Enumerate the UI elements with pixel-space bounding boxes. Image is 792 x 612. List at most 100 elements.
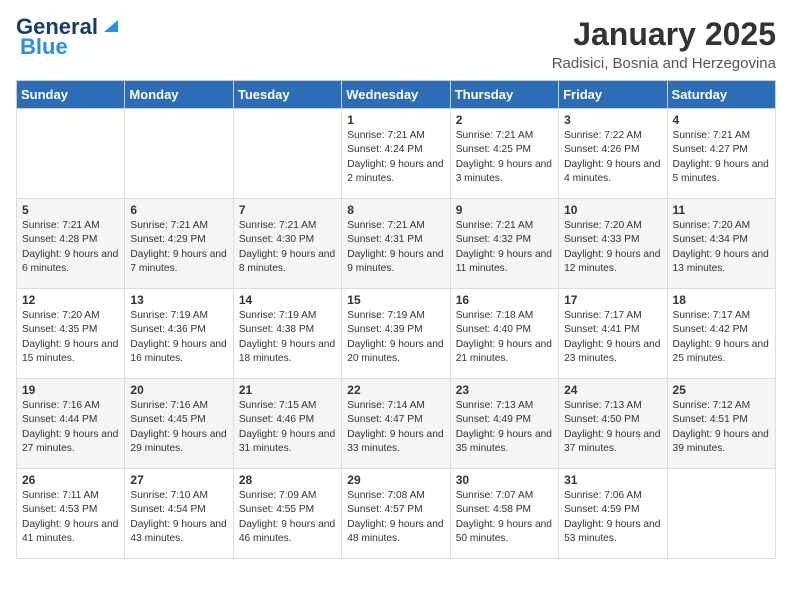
day-number: 25 xyxy=(673,383,770,397)
calendar-cell: 31 Sunrise: 7:06 AM Sunset: 4:59 PM Dayli… xyxy=(559,469,667,559)
cell-content: Sunrise: 7:07 AM Sunset: 4:58 PM Dayligh… xyxy=(456,489,553,546)
day-number: 26 xyxy=(22,473,119,487)
cell-content: Sunrise: 7:21 AM Sunset: 4:24 PM Dayligh… xyxy=(347,129,444,186)
day-number: 23 xyxy=(456,383,553,397)
calendar-cell: 12 Sunrise: 7:20 AM Sunset: 4:35 PM Dayli… xyxy=(17,289,125,379)
day-number: 19 xyxy=(22,383,119,397)
calendar-table: Sunday Monday Tuesday Wednesday Thursday… xyxy=(16,80,776,559)
calendar-cell: 22 Sunrise: 7:14 AM Sunset: 4:47 PM Dayli… xyxy=(342,379,450,469)
calendar-week-row: 26Sunrise: 7:11 AM Sunset: 4:53 PM Dayli… xyxy=(17,469,776,559)
cell-content: Sunrise: 7:19 AM Sunset: 4:39 PM Dayligh… xyxy=(347,309,444,366)
col-friday: Friday xyxy=(559,81,667,109)
calendar-cell: 23 Sunrise: 7:13 AM Sunset: 4:49 PM Dayli… xyxy=(450,379,558,469)
day-number: 31 xyxy=(564,473,661,487)
cell-content: Sunrise: 7:20 AM Sunset: 4:35 PM Dayligh… xyxy=(22,309,119,366)
day-number: 30 xyxy=(456,473,553,487)
calendar-cell: 21 Sunrise: 7:15 AM Sunset: 4:46 PM Dayli… xyxy=(233,379,341,469)
calendar-cell: 24 Sunrise: 7:13 AM Sunset: 4:50 PM Dayli… xyxy=(559,379,667,469)
day-number: 18 xyxy=(673,293,770,307)
logo-triangle-icon xyxy=(100,14,122,36)
calendar-cell: 28 Sunrise: 7:09 AM Sunset: 4:55 PM Dayli… xyxy=(233,469,341,559)
cell-content: Sunrise: 7:20 AM Sunset: 4:34 PM Dayligh… xyxy=(673,219,770,276)
calendar-cell: 4Sunrise: 7:21 AM Sunset: 4:27 PM Daylig… xyxy=(667,109,775,199)
month-title: January 2025 xyxy=(552,16,776,53)
logo-blue: Blue xyxy=(20,34,68,60)
col-wednesday: Wednesday xyxy=(342,81,450,109)
cell-content: Sunrise: 7:19 AM Sunset: 4:38 PM Dayligh… xyxy=(239,309,336,366)
calendar-cell: 6Sunrise: 7:21 AM Sunset: 4:29 PM Daylig… xyxy=(125,199,233,289)
cell-content: Sunrise: 7:21 AM Sunset: 4:28 PM Dayligh… xyxy=(22,219,119,276)
calendar-cell: 29 Sunrise: 7:08 AM Sunset: 4:57 PM Dayli… xyxy=(342,469,450,559)
calendar-cell: 20 Sunrise: 7:16 AM Sunset: 4:45 PM Dayli… xyxy=(125,379,233,469)
calendar-cell: 14 Sunrise: 7:19 AM Sunset: 4:38 PM Dayli… xyxy=(233,289,341,379)
location: Radisici, Bosnia and Herzegovina xyxy=(552,55,776,72)
day-number: 21 xyxy=(239,383,336,397)
calendar-week-row: 12 Sunrise: 7:20 AM Sunset: 4:35 PM Dayli… xyxy=(17,289,776,379)
calendar-cell: 19 Sunrise: 7:16 AM Sunset: 4:44 PM Dayli… xyxy=(17,379,125,469)
calendar-cell: 16Sunrise: 7:18 AM Sunset: 4:40 PM Dayli… xyxy=(450,289,558,379)
day-number: 14 xyxy=(239,293,336,307)
cell-content: Sunrise: 7:08 AM Sunset: 4:57 PM Dayligh… xyxy=(347,489,444,546)
calendar-week-row: 1 Sunrise: 7:21 AM Sunset: 4:24 PM Daylig… xyxy=(17,109,776,199)
day-number: 20 xyxy=(130,383,227,397)
day-number: 13 xyxy=(130,293,227,307)
calendar-cell: 17Sunrise: 7:17 AM Sunset: 4:41 PM Dayli… xyxy=(559,289,667,379)
day-number: 7 xyxy=(239,203,336,217)
calendar-cell: 3 Sunrise: 7:22 AM Sunset: 4:26 PM Daylig… xyxy=(559,109,667,199)
calendar-cell: 15Sunrise: 7:19 AM Sunset: 4:39 PM Dayli… xyxy=(342,289,450,379)
day-number: 24 xyxy=(564,383,661,397)
day-number: 6 xyxy=(130,203,227,217)
logo: General Blue xyxy=(16,16,122,60)
cell-content: Sunrise: 7:21 AM Sunset: 4:27 PM Dayligh… xyxy=(673,129,770,186)
calendar-cell: 13Sunrise: 7:19 AM Sunset: 4:36 PM Dayli… xyxy=(125,289,233,379)
calendar-cell: 5 Sunrise: 7:21 AM Sunset: 4:28 PM Daylig… xyxy=(17,199,125,289)
day-number: 8 xyxy=(347,203,444,217)
calendar-cell: 11Sunrise: 7:20 AM Sunset: 4:34 PM Dayli… xyxy=(667,199,775,289)
cell-content: Sunrise: 7:21 AM Sunset: 4:25 PM Dayligh… xyxy=(456,129,553,186)
col-saturday: Saturday xyxy=(667,81,775,109)
cell-content: Sunrise: 7:22 AM Sunset: 4:26 PM Dayligh… xyxy=(564,129,661,186)
calendar-cell: 30 Sunrise: 7:07 AM Sunset: 4:58 PM Dayli… xyxy=(450,469,558,559)
calendar-week-row: 19 Sunrise: 7:16 AM Sunset: 4:44 PM Dayli… xyxy=(17,379,776,469)
cell-content: Sunrise: 7:14 AM Sunset: 4:47 PM Dayligh… xyxy=(347,399,444,456)
cell-content: Sunrise: 7:10 AM Sunset: 4:54 PM Dayligh… xyxy=(130,489,227,546)
day-number: 1 xyxy=(347,113,444,127)
day-number: 2 xyxy=(456,113,553,127)
day-number: 3 xyxy=(564,113,661,127)
cell-content: Sunrise: 7:21 AM Sunset: 4:30 PM Dayligh… xyxy=(239,219,336,276)
calendar-cell xyxy=(125,109,233,199)
cell-content: Sunrise: 7:06 AM Sunset: 4:59 PM Dayligh… xyxy=(564,489,661,546)
col-sunday: Sunday xyxy=(17,81,125,109)
day-number: 27 xyxy=(130,473,227,487)
calendar-cell: 7 Sunrise: 7:21 AM Sunset: 4:30 PM Daylig… xyxy=(233,199,341,289)
day-number: 29 xyxy=(347,473,444,487)
calendar-cell xyxy=(667,469,775,559)
calendar-cell: 8 Sunrise: 7:21 AM Sunset: 4:31 PM Daylig… xyxy=(342,199,450,289)
cell-content: Sunrise: 7:21 AM Sunset: 4:31 PM Dayligh… xyxy=(347,219,444,276)
cell-content: Sunrise: 7:09 AM Sunset: 4:55 PM Dayligh… xyxy=(239,489,336,546)
day-number: 12 xyxy=(22,293,119,307)
cell-content: Sunrise: 7:21 AM Sunset: 4:32 PM Dayligh… xyxy=(456,219,553,276)
cell-content: Sunrise: 7:12 AM Sunset: 4:51 PM Dayligh… xyxy=(673,399,770,456)
day-number: 5 xyxy=(22,203,119,217)
day-number: 28 xyxy=(239,473,336,487)
cell-content: Sunrise: 7:16 AM Sunset: 4:45 PM Dayligh… xyxy=(130,399,227,456)
cell-content: Sunrise: 7:17 AM Sunset: 4:42 PM Dayligh… xyxy=(673,309,770,366)
cell-content: Sunrise: 7:13 AM Sunset: 4:49 PM Dayligh… xyxy=(456,399,553,456)
calendar-cell: 27 Sunrise: 7:10 AM Sunset: 4:54 PM Dayli… xyxy=(125,469,233,559)
calendar-cell: 9Sunrise: 7:21 AM Sunset: 4:32 PM Daylig… xyxy=(450,199,558,289)
calendar-cell xyxy=(17,109,125,199)
calendar-cell: 10Sunrise: 7:20 AM Sunset: 4:33 PM Dayli… xyxy=(559,199,667,289)
calendar-cell: 26Sunrise: 7:11 AM Sunset: 4:53 PM Dayli… xyxy=(17,469,125,559)
calendar-cell: 2 Sunrise: 7:21 AM Sunset: 4:25 PM Daylig… xyxy=(450,109,558,199)
calendar-week-row: 5 Sunrise: 7:21 AM Sunset: 4:28 PM Daylig… xyxy=(17,199,776,289)
page-header: General Blue January 2025 Radisici, Bosn… xyxy=(16,16,776,72)
day-number: 22 xyxy=(347,383,444,397)
cell-content: Sunrise: 7:16 AM Sunset: 4:44 PM Dayligh… xyxy=(22,399,119,456)
cell-content: Sunrise: 7:13 AM Sunset: 4:50 PM Dayligh… xyxy=(564,399,661,456)
cell-content: Sunrise: 7:15 AM Sunset: 4:46 PM Dayligh… xyxy=(239,399,336,456)
cell-content: Sunrise: 7:20 AM Sunset: 4:33 PM Dayligh… xyxy=(564,219,661,276)
col-thursday: Thursday xyxy=(450,81,558,109)
col-monday: Monday xyxy=(125,81,233,109)
calendar-cell: 18 Sunrise: 7:17 AM Sunset: 4:42 PM Dayli… xyxy=(667,289,775,379)
